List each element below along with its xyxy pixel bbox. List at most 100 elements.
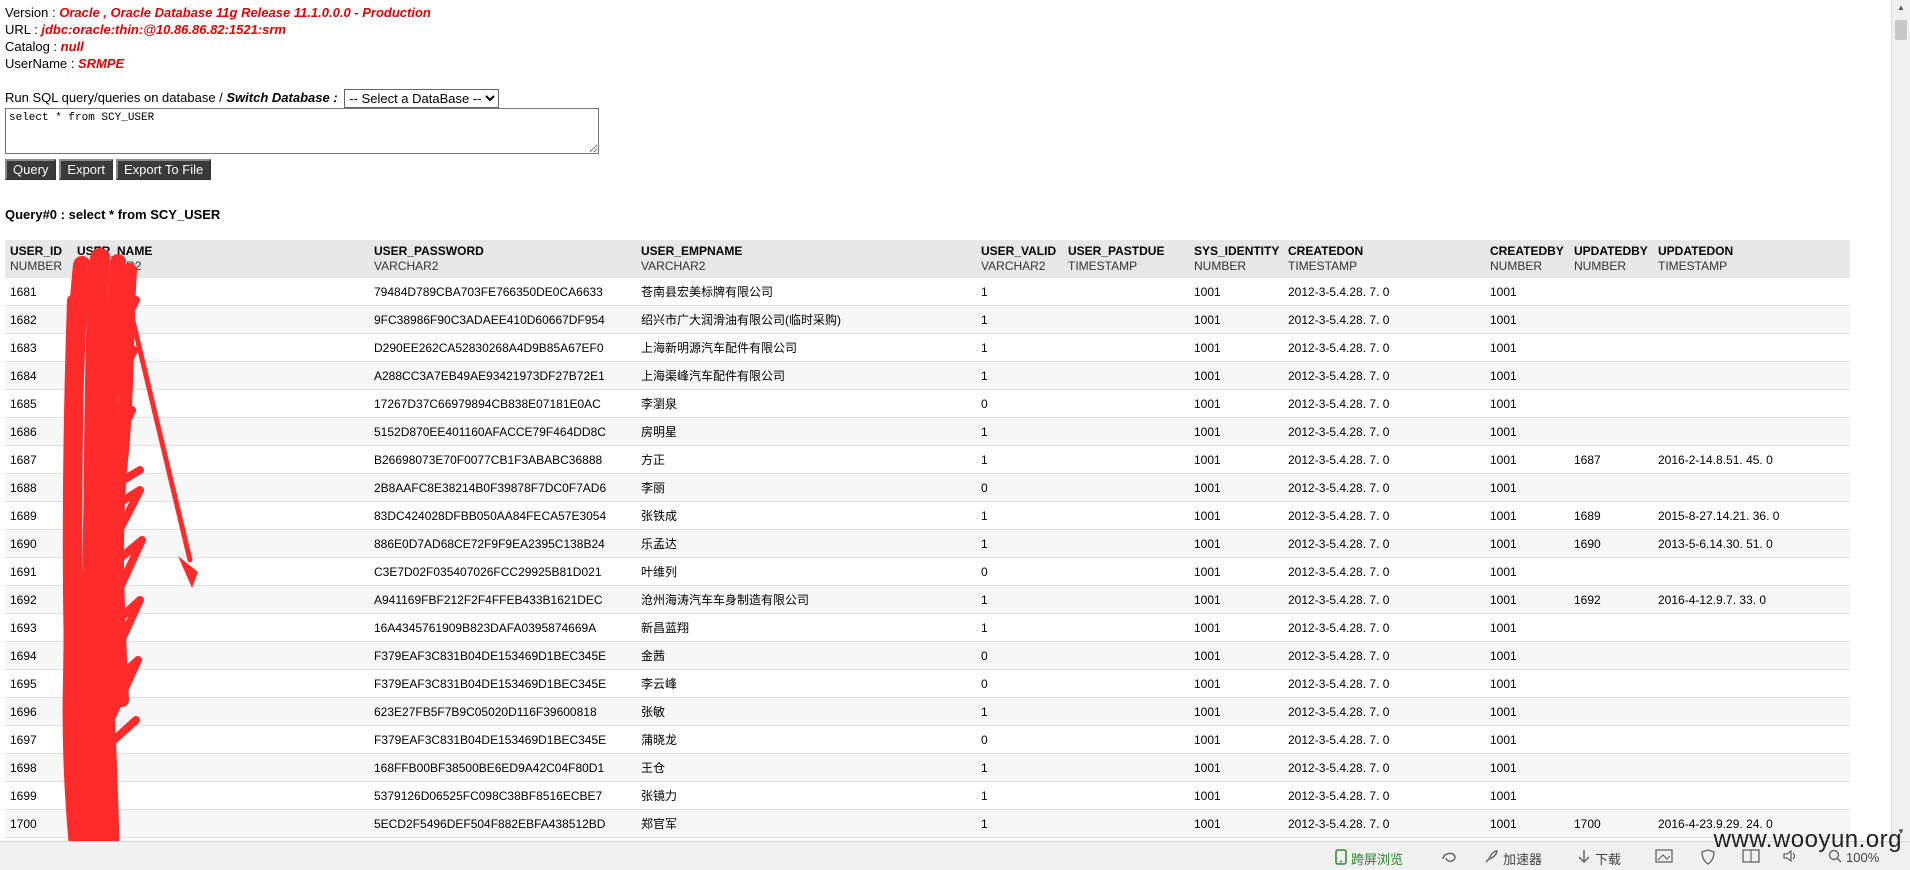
table-cell-createdby: 1001 xyxy=(1485,753,1569,782)
column-header-user-empname: USER_EMPNAME VARCHAR2 xyxy=(636,240,976,278)
table-cell-createdon: 2012-3-5.4.28. 7. 0 xyxy=(1283,473,1485,502)
table-cell-user-id: 1697 xyxy=(5,725,72,754)
table-cell-user-empname: 叶维列 xyxy=(636,557,976,586)
table-row: 1688 2B8AAFC8E38214B0F39878F7DC0F7AD6 李丽 0 1… xyxy=(5,473,1850,502)
table-cell-updatedon xyxy=(1653,278,1850,306)
table-cell-user-pastdue xyxy=(1063,501,1189,530)
results-table: USER_ID NUMBER USER_NAME VARCHAR2 USER_PASSW… xyxy=(5,240,1850,838)
table-cell-createdby: 1001 xyxy=(1485,501,1569,530)
table-cell-sys-identity: 1001 xyxy=(1189,361,1283,390)
table-cell-user-password: 5152D870EE401160AFACCE79F464DD8C xyxy=(369,417,636,446)
table-cell-user-password: 79484D789CBA703FE766350DE0CA6633 xyxy=(369,278,636,306)
table-cell-createdby: 1001 xyxy=(1485,473,1569,502)
table-cell-user-id: 1683 xyxy=(5,333,72,362)
table-cell-user-valid: 1 xyxy=(976,753,1063,782)
table-cell-sys-identity: 1001 xyxy=(1189,557,1283,586)
table-cell-user-valid: 1 xyxy=(976,613,1063,642)
table-cell-sys-identity: 1001 xyxy=(1189,389,1283,418)
table-cell-user-valid: 1 xyxy=(976,809,1063,838)
table-row: 1686 5152D870EE401160AFACCE79F464DD8C 房明星 1… xyxy=(5,417,1850,446)
table-cell-sys-identity: 1001 xyxy=(1189,305,1283,334)
column-type: VARCHAR2 xyxy=(981,259,1046,273)
table-cell-user-valid: 1 xyxy=(976,585,1063,614)
table-cell-user-id: 1682 xyxy=(5,305,72,334)
table-cell-updatedby xyxy=(1569,725,1653,754)
table-cell-user-pastdue xyxy=(1063,417,1189,446)
table-cell-user-id: 1696 xyxy=(5,697,72,726)
column-header-updatedby: UPDATEDBY NUMBER xyxy=(1569,240,1653,278)
table-cell-user-password: 886E0D7AD68CE72F9F9EA2395C138B24 xyxy=(369,529,636,558)
username-value: SRMPE xyxy=(77,56,125,71)
image-icon[interactable] xyxy=(1655,849,1673,863)
table-cell-user-empname: 蒲晓龙 xyxy=(636,725,976,754)
table-body: 1681 79484D789CBA703FE766350DE0CA6633 苍南县宏… xyxy=(5,278,1850,838)
table-cell-sys-identity: 1001 xyxy=(1189,417,1283,446)
table-cell-user-pastdue xyxy=(1063,529,1189,558)
table-cell-sys-identity: 1001 xyxy=(1189,529,1283,558)
table-row: 1692 A941169FBF212F2F4FFEB433B1621DEC 沧州海涛… xyxy=(5,585,1850,614)
table-cell-user-password: C3E7D02F035407026FCC29925B81D021 xyxy=(369,557,636,586)
export-button[interactable]: Export xyxy=(59,159,113,180)
refresh-swirl-icon[interactable] xyxy=(1440,849,1458,865)
table-cell-user-empname: 乐孟达 xyxy=(636,529,976,558)
accelerator[interactable]: 加速器 xyxy=(1483,849,1542,868)
query-button[interactable]: Query xyxy=(5,159,57,180)
table-cell-updatedby xyxy=(1569,753,1653,782)
table-cell-createdby: 1001 xyxy=(1485,278,1569,306)
table-cell-user-empname: 方正 xyxy=(636,445,976,474)
export-to-file-button[interactable]: Export To File xyxy=(115,159,212,180)
column-type: VARCHAR2 xyxy=(77,259,142,273)
table-cell-sys-identity: 1001 xyxy=(1189,278,1283,306)
table-cell-user-valid: 1 xyxy=(976,278,1063,306)
column-type: VARCHAR2 xyxy=(374,259,439,273)
table-cell-user-name xyxy=(72,669,369,698)
vertical-scrollbar[interactable]: ▲ ▼ xyxy=(1891,0,1910,840)
download[interactable]: 下载 xyxy=(1577,849,1621,868)
table-cell-user-pastdue xyxy=(1063,389,1189,418)
table-cell-updatedby xyxy=(1569,333,1653,362)
table-cell-user-name xyxy=(72,613,369,642)
table-cell-updatedon xyxy=(1653,725,1850,754)
table-cell-user-id: 1700 xyxy=(5,809,72,838)
table-row: 1695 F379EAF3C831B04DE153469D1BEC345E 李云峰 0… xyxy=(5,669,1850,698)
column-header-createdby: CREATEDBY NUMBER xyxy=(1485,240,1569,278)
table-cell-user-name: g xyxy=(72,781,369,810)
table-cell-createdon: 2012-3-5.4.28. 7. 0 xyxy=(1283,753,1485,782)
column-name: USER_ID xyxy=(10,244,63,258)
table-cell-user-pastdue xyxy=(1063,809,1189,838)
table-row: 1693 16A4345761909B823DAFA0395874669A 新昌蓝翔… xyxy=(5,613,1850,642)
table-cell-user-id: 1681 xyxy=(5,278,72,306)
column-name: CREATEDBY xyxy=(1490,244,1564,258)
table-cell-user-password: 168FFB00BF38500BE6ED9A42C04F80D1 xyxy=(369,753,636,782)
sql-query-input[interactable]: select * from SCY_USER xyxy=(5,108,599,154)
table-cell-createdby: 1001 xyxy=(1485,613,1569,642)
cross-screen-browse[interactable]: 跨屏浏览 xyxy=(1335,849,1403,868)
table-cell-user-id: 1692 xyxy=(5,585,72,614)
table-cell-user-pastdue xyxy=(1063,305,1189,334)
table-cell-user-valid: 0 xyxy=(976,669,1063,698)
column-name: USER_PASSWORD xyxy=(374,244,484,258)
column-name: USER_EMPNAME xyxy=(641,244,743,258)
table-cell-createdon: 2012-3-5.4.28. 7. 0 xyxy=(1283,641,1485,670)
scroll-up-icon[interactable]: ▲ xyxy=(1896,3,1906,13)
table-cell-user-valid: 0 xyxy=(976,557,1063,586)
table-cell-user-name xyxy=(72,501,369,530)
database-select[interactable]: -- Select a DataBase -- xyxy=(344,89,500,108)
column-header-sys-identity: SYS_IDENTITY NUMBER xyxy=(1189,240,1283,278)
table-cell-user-empname: 李丽 xyxy=(636,473,976,502)
table-cell-user-pastdue xyxy=(1063,445,1189,474)
table-cell-user-password: 16A4345761909B823DAFA0395874669A xyxy=(369,613,636,642)
table-cell-sys-identity: 1001 xyxy=(1189,669,1283,698)
table-cell-updatedon xyxy=(1653,753,1850,782)
table-cell-createdon: 2012-3-5.4.28. 7. 0 xyxy=(1283,305,1485,334)
table-cell-updatedby: 1689 xyxy=(1569,501,1653,530)
catalog-line: Catalog : null xyxy=(5,39,84,54)
table-cell-user-valid: 1 xyxy=(976,445,1063,474)
table-cell-user-valid: 1 xyxy=(976,501,1063,530)
table-cell-user-pastdue xyxy=(1063,781,1189,810)
table-cell-updatedby xyxy=(1569,613,1653,642)
table-cell-user-valid: 1 xyxy=(976,333,1063,362)
table-cell-user-password: F379EAF3C831B04DE153469D1BEC345E xyxy=(369,725,636,754)
scrollbar-thumb[interactable] xyxy=(1895,20,1907,40)
table-cell-sys-identity: 1001 xyxy=(1189,333,1283,362)
